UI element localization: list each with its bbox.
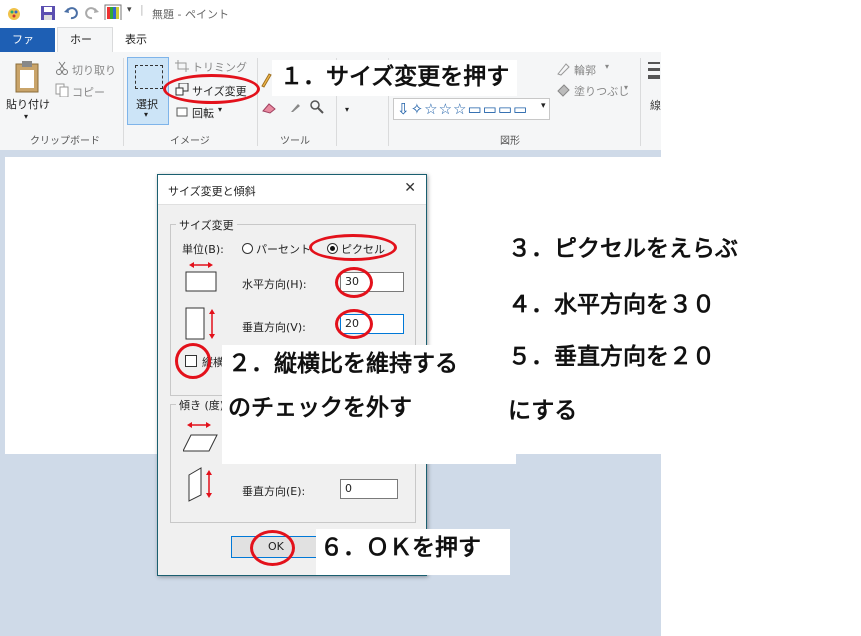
resize-button[interactable]: サイズ変更	[192, 83, 247, 99]
line-width-icon[interactable]	[648, 60, 660, 82]
paste-button[interactable]: 貼り付け	[6, 96, 50, 112]
keep-aspect-checkbox[interactable]	[185, 355, 197, 367]
shapes-more-icon[interactable]: ▾	[541, 101, 546, 111]
ok-label: OK	[268, 540, 284, 553]
fill-button[interactable]: 塗りつぶし	[574, 83, 629, 99]
step5-note: ５．垂直方向を２０	[508, 344, 715, 372]
shapes-group-label: 図形	[500, 136, 520, 147]
tab-view[interactable]: 表示	[113, 28, 163, 52]
tools-group-label: ツール	[280, 136, 310, 147]
ribbon-separator	[640, 58, 641, 146]
magnifier-icon[interactable]	[310, 100, 324, 114]
step1-note: １．サイズ変更を押す	[272, 60, 518, 96]
step2-line2: のチェックを外す	[228, 394, 412, 421]
color-picker-icon[interactable]	[290, 101, 302, 113]
ribbon-tabs: ファイル ホーム 表示	[0, 27, 661, 70]
vertical-label: 垂直方向(V):	[242, 321, 306, 334]
tab-home[interactable]: ホーム	[57, 27, 113, 70]
customize-toolbar-icon[interactable]: ▾	[127, 5, 132, 15]
scissors-icon	[56, 61, 68, 75]
vertical-resize-icon	[185, 307, 215, 340]
skew-vertical-input[interactable]: 0	[340, 479, 398, 499]
title-separator: |	[140, 3, 144, 16]
paste-dropdown-icon[interactable]: ▾	[24, 112, 28, 121]
vertical-skew-icon	[188, 467, 212, 502]
eraser-icon[interactable]	[262, 102, 276, 114]
fill-dropdown-icon[interactable]: ▾	[624, 83, 628, 92]
pixel-label: ピクセル	[341, 243, 385, 256]
outline-dropdown-icon[interactable]: ▾	[605, 62, 609, 71]
step2-note: ２．縦横比を維持する のチェックを外す	[222, 345, 516, 464]
close-icon[interactable]: ✕	[404, 180, 416, 196]
fill-icon	[557, 84, 570, 97]
pencil-icon[interactable]	[260, 72, 272, 88]
rotate-icon	[176, 107, 188, 117]
horizontal-resize-icon	[185, 262, 217, 292]
select-icon	[135, 65, 163, 89]
crop-icon	[175, 60, 189, 72]
ribbon-separator	[257, 58, 258, 146]
vertical-input[interactable]: 20	[340, 314, 404, 334]
redo-icon[interactable]	[84, 5, 100, 21]
dialog-title-bar: サイズ変更と傾斜 ✕	[158, 175, 426, 205]
horizontal-input[interactable]: 30	[340, 272, 404, 292]
copy-button[interactable]: コピー	[72, 84, 105, 100]
window-title: 無題 - ペイント	[152, 8, 229, 21]
image-group-label: イメージ	[170, 136, 210, 147]
tab-file[interactable]: ファイル	[0, 28, 55, 70]
step6-note: ６．ＯＫを押す	[316, 529, 510, 575]
keep-aspect-label: 縦横	[202, 356, 224, 369]
title-bar: ▾ | 無題 - ペイント	[0, 0, 661, 28]
horizontal-label: 水平方向(H):	[242, 278, 307, 291]
brushes-dropdown-icon[interactable]: ▾	[345, 105, 349, 114]
line-width-label: 線	[650, 99, 661, 112]
color-palette-icon[interactable]	[104, 4, 122, 20]
undo-icon[interactable]	[63, 5, 79, 21]
step2-line1: ２．縦横比を維持する	[228, 351, 458, 377]
paint-app-icon	[8, 8, 20, 20]
percent-radio[interactable]	[242, 243, 253, 254]
crop-button[interactable]: トリミング	[192, 59, 247, 75]
rotate-button[interactable]: 回転	[192, 105, 214, 121]
horizontal-skew-icon	[183, 422, 218, 452]
select-dropdown-icon: ▾	[144, 110, 149, 119]
paste-icon	[15, 61, 39, 93]
step3-note: ３．ピクセルをえらぶ	[508, 236, 738, 264]
shape-icons[interactable]: ⇩✧☆☆☆▭▭▭▭	[397, 100, 528, 118]
clipboard-group-label: クリップボード	[30, 136, 100, 147]
resize-icon	[175, 83, 189, 96]
outline-button[interactable]: 輪郭	[574, 62, 596, 78]
resize-section-label: サイズ変更	[176, 217, 237, 233]
skew-section-label: 傾き (度)	[176, 397, 228, 413]
rotate-dropdown-icon[interactable]: ▾	[218, 105, 222, 114]
ok-button[interactable]: OK	[231, 536, 318, 558]
percent-label: パーセント	[256, 243, 311, 256]
save-icon[interactable]	[40, 5, 56, 21]
outline-icon	[557, 63, 570, 76]
cut-button[interactable]: 切り取り	[72, 62, 116, 78]
shapes-gallery[interactable]: ⇩✧☆☆☆▭▭▭▭	[393, 98, 550, 120]
step4-note: ４．水平方向を３０	[508, 292, 715, 320]
ribbon-separator	[123, 58, 124, 146]
dialog-title: サイズ変更と傾斜	[168, 185, 256, 198]
skew-vertical-label: 垂直方向(E):	[242, 485, 306, 498]
unit-label: 単位(B):	[182, 243, 224, 256]
copy-icon	[55, 83, 69, 97]
pixel-radio[interactable]	[327, 243, 338, 254]
select-button[interactable]: 選択 ▾	[127, 57, 169, 125]
step5b-note: にする	[508, 398, 578, 426]
